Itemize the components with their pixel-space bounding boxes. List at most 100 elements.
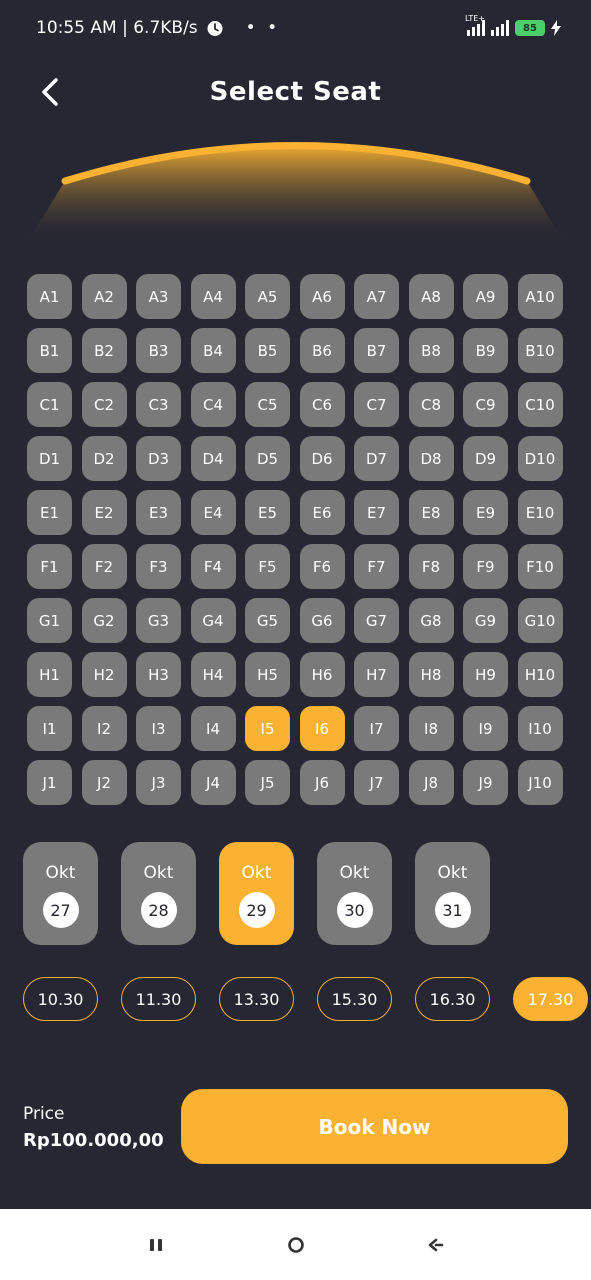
seat-e3[interactable]: E3	[136, 490, 181, 535]
seat-f6[interactable]: F6	[299, 544, 345, 589]
seat-h9[interactable]: H9	[463, 652, 508, 697]
time-chip[interactable]: 15.30	[317, 977, 392, 1021]
seat-a3[interactable]: A3	[136, 274, 181, 319]
seat-e5[interactable]: E5	[245, 490, 290, 535]
seat-i6[interactable]: I6	[299, 706, 345, 751]
seat-c2[interactable]: C2	[81, 382, 127, 427]
seat-a4[interactable]: A4	[190, 274, 236, 319]
seat-j8[interactable]: J8	[408, 760, 454, 805]
seat-i7[interactable]: I7	[354, 706, 399, 751]
seat-f7[interactable]: F7	[354, 544, 399, 589]
seat-h5[interactable]: H5	[245, 652, 290, 697]
seat-c1[interactable]: C1	[27, 382, 72, 427]
seat-c6[interactable]: C6	[299, 382, 345, 427]
seat-b1[interactable]: B1	[27, 328, 72, 373]
seat-e2[interactable]: E2	[81, 490, 127, 535]
time-chip[interactable]: 16.30	[415, 977, 490, 1021]
seat-i2[interactable]: I2	[81, 706, 127, 751]
seat-e1[interactable]: E1	[27, 490, 72, 535]
seat-e4[interactable]: E4	[190, 490, 236, 535]
seat-f1[interactable]: F1	[27, 544, 72, 589]
seat-h8[interactable]: H8	[408, 652, 454, 697]
date-card[interactable]: Okt 28	[121, 842, 196, 945]
seat-j4[interactable]: J4	[190, 760, 236, 805]
seat-f2[interactable]: F2	[81, 544, 127, 589]
seat-b9[interactable]: B9	[463, 328, 508, 373]
seat-h4[interactable]: H4	[190, 652, 236, 697]
seat-d2[interactable]: D2	[81, 436, 127, 481]
seat-g7[interactable]: G7	[354, 598, 399, 643]
seat-b3[interactable]: B3	[136, 328, 181, 373]
seat-d3[interactable]: D3	[136, 436, 181, 481]
seat-i5[interactable]: I5	[245, 706, 290, 751]
seat-b7[interactable]: B7	[354, 328, 399, 373]
seat-b5[interactable]: B5	[245, 328, 290, 373]
seat-c10[interactable]: C10	[517, 382, 563, 427]
nav-back-button[interactable]	[416, 1225, 456, 1265]
seat-j7[interactable]: J7	[354, 760, 399, 805]
book-now-button[interactable]: Book Now	[181, 1089, 568, 1164]
seat-h6[interactable]: H6	[299, 652, 345, 697]
seat-g8[interactable]: G8	[408, 598, 454, 643]
seat-f8[interactable]: F8	[408, 544, 454, 589]
seat-c4[interactable]: C4	[190, 382, 236, 427]
seat-c7[interactable]: C7	[354, 382, 399, 427]
seat-g1[interactable]: G1	[27, 598, 72, 643]
time-chip[interactable]: 10.30	[23, 977, 98, 1021]
seat-d10[interactable]: D10	[517, 436, 563, 481]
seat-h7[interactable]: H7	[354, 652, 399, 697]
seat-d9[interactable]: D9	[463, 436, 508, 481]
seat-f5[interactable]: F5	[245, 544, 290, 589]
seat-j1[interactable]: J1	[27, 760, 72, 805]
seat-d4[interactable]: D4	[190, 436, 236, 481]
seat-b8[interactable]: B8	[408, 328, 454, 373]
seat-d1[interactable]: D1	[27, 436, 72, 481]
seat-f9[interactable]: F9	[463, 544, 508, 589]
seat-c9[interactable]: C9	[463, 382, 508, 427]
recents-button[interactable]	[136, 1225, 176, 1265]
seat-a9[interactable]: A9	[463, 274, 508, 319]
seat-i1[interactable]: I1	[27, 706, 72, 751]
seat-a2[interactable]: A2	[81, 274, 127, 319]
time-chip[interactable]: 13.30	[219, 977, 294, 1021]
seat-h1[interactable]: H1	[27, 652, 72, 697]
seat-j6[interactable]: J6	[299, 760, 345, 805]
time-chip[interactable]: 11.30	[121, 977, 196, 1021]
seat-d7[interactable]: D7	[354, 436, 399, 481]
seat-g9[interactable]: G9	[463, 598, 508, 643]
seat-c8[interactable]: C8	[408, 382, 454, 427]
seat-f10[interactable]: F10	[517, 544, 563, 589]
seat-d8[interactable]: D8	[408, 436, 454, 481]
seat-b4[interactable]: B4	[190, 328, 236, 373]
seat-g3[interactable]: G3	[136, 598, 181, 643]
seat-d6[interactable]: D6	[299, 436, 345, 481]
home-button[interactable]	[276, 1225, 316, 1265]
seat-e8[interactable]: E8	[408, 490, 454, 535]
seat-e6[interactable]: E6	[299, 490, 345, 535]
seat-a6[interactable]: A6	[299, 274, 345, 319]
seat-c5[interactable]: C5	[245, 382, 290, 427]
seat-c3[interactable]: C3	[136, 382, 181, 427]
seat-h2[interactable]: H2	[81, 652, 127, 697]
date-card[interactable]: Okt 29	[219, 842, 294, 945]
seat-g4[interactable]: G4	[190, 598, 236, 643]
seat-a8[interactable]: A8	[408, 274, 454, 319]
seat-h10[interactable]: H10	[517, 652, 563, 697]
seat-i3[interactable]: I3	[136, 706, 181, 751]
seat-b2[interactable]: B2	[81, 328, 127, 373]
seat-b6[interactable]: B6	[299, 328, 345, 373]
seat-g6[interactable]: G6	[299, 598, 345, 643]
seat-f4[interactable]: F4	[190, 544, 236, 589]
seat-i4[interactable]: I4	[190, 706, 236, 751]
seat-g10[interactable]: G10	[517, 598, 563, 643]
seat-j2[interactable]: J2	[81, 760, 127, 805]
seat-a7[interactable]: A7	[354, 274, 399, 319]
seat-j5[interactable]: J5	[245, 760, 290, 805]
date-card[interactable]: Okt 31	[415, 842, 490, 945]
seat-j9[interactable]: J9	[463, 760, 508, 805]
seat-b10[interactable]: B10	[517, 328, 563, 373]
back-button[interactable]	[30, 72, 70, 112]
time-chip[interactable]: 17.30	[513, 977, 588, 1021]
seat-f3[interactable]: F3	[136, 544, 181, 589]
seat-d5[interactable]: D5	[245, 436, 290, 481]
